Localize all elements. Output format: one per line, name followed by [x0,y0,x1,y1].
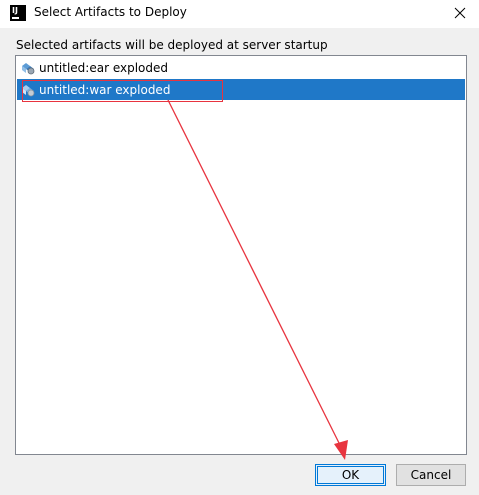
artifact-icon [22,62,35,74]
window-title: Select Artifacts to Deploy [34,5,187,19]
annotation-highlight-box [22,80,223,102]
app-icon-text: IJ [12,6,18,15]
cancel-button[interactable]: Cancel [396,464,466,486]
description-label: Selected artifacts will be deployed at s… [16,38,328,52]
list-item-label: untitled:ear exploded [39,60,168,75]
ok-button[interactable]: OK [315,464,386,486]
list-item-ear-exploded[interactable]: untitled:ear exploded [17,57,465,78]
intellij-app-icon: IJ [10,5,26,21]
close-icon [454,7,466,19]
title-bar: IJ Select Artifacts to Deploy [0,0,479,28]
close-button[interactable] [447,1,473,25]
artifacts-list[interactable]: untitled:ear exploded untitled:war explo… [15,55,467,455]
